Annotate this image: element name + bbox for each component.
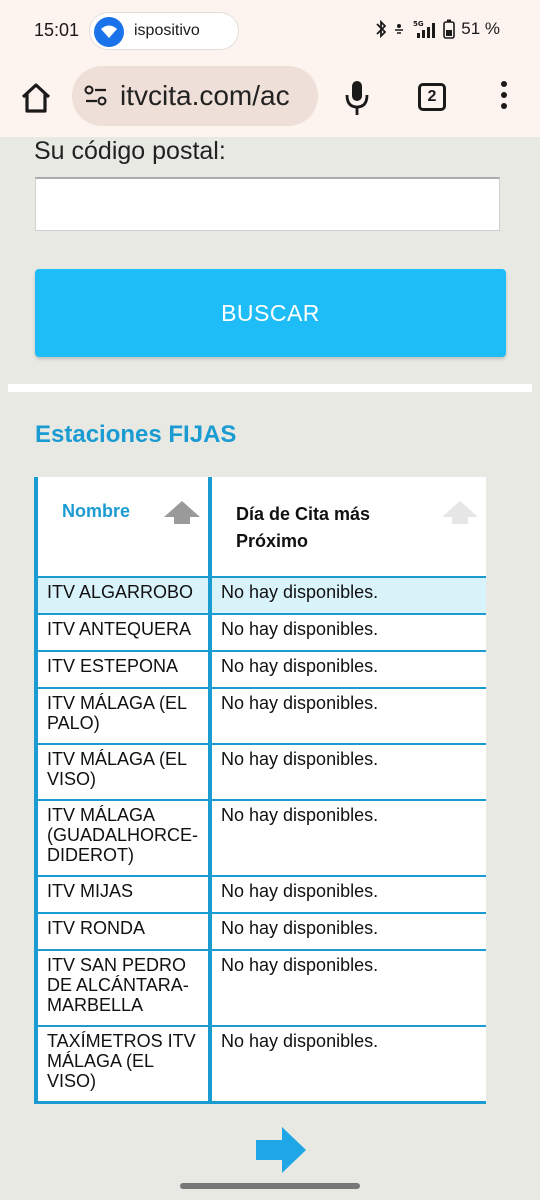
station-date-cell: No hay disponibles. [208, 1025, 486, 1104]
bluetooth-icon [376, 20, 387, 38]
table-row[interactable]: TAXÍMETROS ITV MÁLAGA (EL VISO) No hay di… [34, 1025, 486, 1104]
menu-dot-icon [501, 103, 507, 109]
microphone-icon [345, 81, 369, 115]
station-name-cell: ITV MÁLAGA (EL VISO) [34, 743, 210, 801]
station-name-cell: ITV MÁLAGA (GUADALHORCE-DIDEROT) [34, 799, 210, 877]
home-icon [21, 83, 51, 113]
station-date-cell: No hay disponibles. [208, 613, 486, 652]
table-header-row: Nombre Día de Cita más Próximo [34, 477, 486, 577]
search-button[interactable]: BUSCAR [35, 269, 506, 357]
column-header-name[interactable]: Nombre [34, 477, 210, 577]
notification-pill[interactable]: ispositivo [89, 12, 239, 50]
station-name-cell: ITV SAN PEDRO DE ALCÁNTARA-MARBELLA [34, 949, 210, 1027]
table-row[interactable]: ITV ANTEQUERA No hay disponibles. [34, 613, 486, 652]
tab-switcher-button[interactable]: 2 [418, 83, 446, 111]
stations-title: Estaciones FIJAS [35, 421, 237, 448]
station-date-cell: No hay disponibles. [208, 650, 486, 689]
column-header-label: Día de Cita más Próximo [236, 504, 371, 551]
voice-search-button[interactable] [343, 78, 371, 118]
station-date-cell: No hay disponibles. [208, 687, 486, 745]
table-row[interactable]: ITV SAN PEDRO DE ALCÁNTARA-MARBELLA No ha… [34, 949, 486, 1027]
station-name-cell: TAXÍMETROS ITV MÁLAGA (EL VISO) [34, 1025, 210, 1104]
table-row[interactable]: ITV RONDA No hay disponibles. [34, 912, 486, 951]
stations-table: Nombre Día de Cita más Próximo ITV ALGAR… [34, 477, 486, 1104]
battery-icon [443, 19, 456, 39]
station-name-cell: ITV RONDA [34, 912, 210, 951]
wifi-icon [94, 17, 124, 47]
next-page-arrow-icon[interactable] [256, 1125, 308, 1175]
station-name-cell: ITV MÁLAGA (EL PALO) [34, 687, 210, 745]
station-date-cell: No hay disponibles. [208, 875, 486, 914]
section-divider [8, 384, 532, 392]
table-row[interactable]: ITV MÁLAGA (GUADALHORCE-DIDEROT) No hay d… [34, 799, 486, 877]
browser-toolbar: itvcita.com/ac 2 [0, 62, 540, 137]
station-date-cell: No hay disponibles. [208, 576, 486, 615]
station-name-cell: ITV ALGARROBO [34, 576, 210, 615]
postal-code-input[interactable] [35, 177, 500, 231]
status-time: 15:01 [34, 20, 80, 40]
more-menu-button[interactable] [497, 81, 511, 115]
table-row[interactable]: ITV ESTEPONA No hay disponibles. [34, 650, 486, 689]
stations-table-wrapper: Nombre Día de Cita más Próximo ITV ALGAR… [34, 477, 486, 1104]
column-header-label: Nombre [62, 501, 131, 521]
site-settings-icon[interactable] [84, 85, 108, 107]
station-date-cell: No hay disponibles. [208, 799, 486, 877]
table-row[interactable]: ITV MÁLAGA (EL VISO) No hay disponibles. [34, 743, 486, 801]
table-row[interactable]: ITV MÁLAGA (EL PALO) No hay disponibles. [34, 687, 486, 745]
station-date-cell: No hay disponibles. [208, 949, 486, 1027]
vibrate-icon [395, 24, 404, 34]
notification-text: ispositivo [134, 22, 200, 39]
signal-5g-icon: 5G [413, 20, 436, 38]
page-content: Su código postal: BUSCAR Estaciones FIJA… [0, 137, 540, 1200]
address-bar[interactable]: itvcita.com/ac [72, 66, 318, 126]
column-header-date[interactable]: Día de Cita más Próximo [208, 477, 486, 577]
station-name-cell: ITV MIJAS [34, 875, 210, 914]
station-name-cell: ITV ESTEPONA [34, 650, 210, 689]
station-name-cell: ITV ANTEQUERA [34, 613, 210, 652]
sort-ascending-icon[interactable] [162, 499, 202, 525]
svg-text:5G: 5G [413, 20, 424, 28]
station-date-cell: No hay disponibles. [208, 743, 486, 801]
url-text: itvcita.com/ac [120, 80, 290, 111]
status-bar: 15:01 ispositivo 5G 51 % [0, 0, 540, 62]
station-date-cell: No hay disponibles. [208, 912, 486, 951]
menu-dot-icon [501, 92, 507, 98]
table-row[interactable]: ITV MIJAS No hay disponibles. [34, 875, 486, 914]
table-row[interactable]: ITV ALGARROBO No hay disponibles. [34, 576, 486, 615]
battery-percent: 51 % [461, 19, 500, 38]
status-icons: 5G 51 % [375, 19, 500, 39]
gesture-home-indicator[interactable] [180, 1183, 360, 1189]
postal-code-label: Su código postal: [34, 137, 226, 165]
sort-icon[interactable] [440, 499, 480, 525]
home-button[interactable] [18, 80, 54, 116]
menu-dot-icon [501, 81, 507, 87]
